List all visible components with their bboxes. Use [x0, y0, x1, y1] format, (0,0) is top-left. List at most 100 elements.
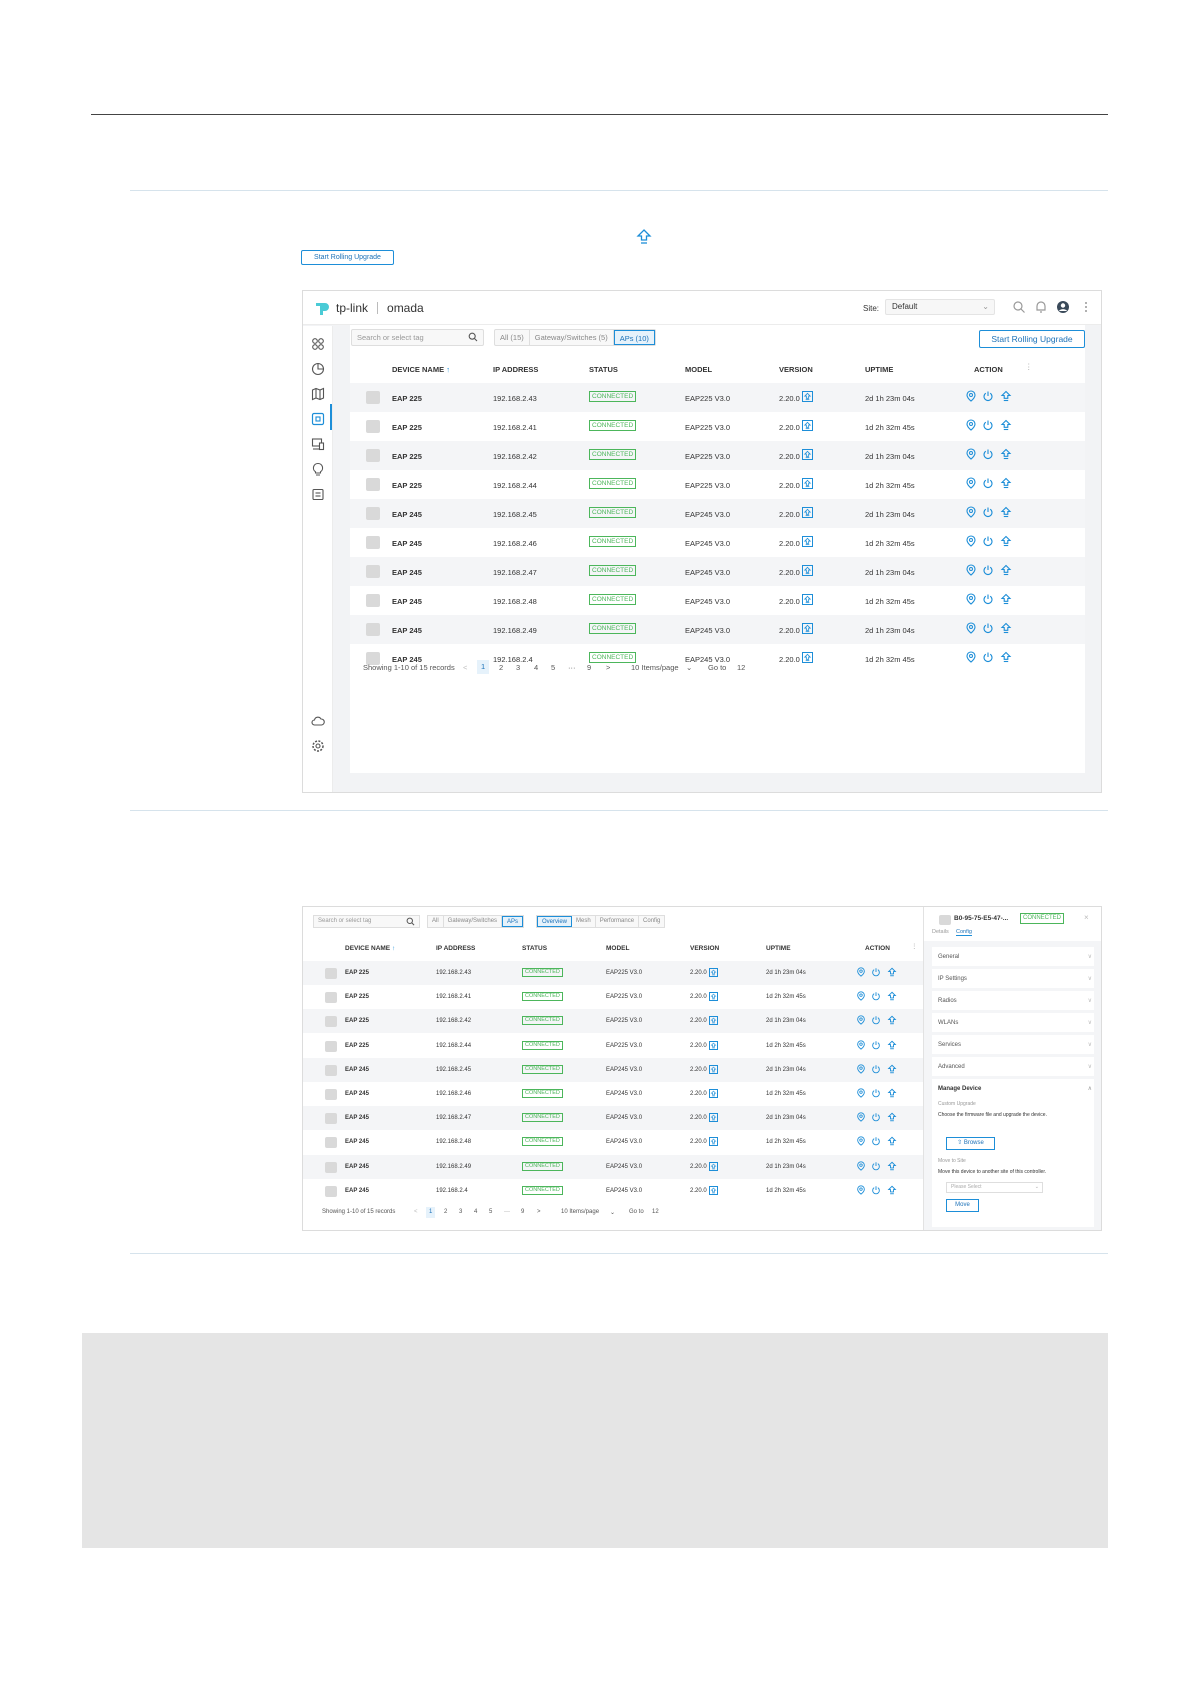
start-rolling-upgrade-button[interactable]: Start Rolling Upgrade: [979, 330, 1085, 348]
locate-icon[interactable]: [965, 448, 977, 460]
upgrade-icon[interactable]: [1000, 448, 1012, 460]
firmware-upgrade-icon[interactable]: [709, 1113, 718, 1123]
table-row[interactable]: EAP 245 192.168.2.49 CONNECTED EAP245 V3…: [350, 615, 1085, 644]
tab-all[interactable]: All (15): [495, 330, 530, 345]
settings-icon[interactable]: [311, 739, 325, 753]
close-icon[interactable]: ×: [1084, 913, 1089, 922]
locate-icon[interactable]: [856, 1088, 866, 1098]
page-prev[interactable]: <: [414, 1209, 418, 1215]
upgrade-icon[interactable]: [1000, 564, 1012, 576]
device-name[interactable]: EAP 225: [392, 394, 422, 403]
table-row[interactable]: EAP 225 192.168.2.43 CONNECTED EAP225 V3…: [350, 383, 1085, 412]
upgrade-icon[interactable]: [1000, 419, 1012, 431]
cloud-icon[interactable]: [311, 714, 325, 728]
firmware-upgrade-icon[interactable]: [709, 992, 718, 1002]
locate-icon[interactable]: [965, 535, 977, 547]
upgrade-icon[interactable]: [1000, 506, 1012, 518]
device-name[interactable]: EAP 225: [392, 423, 422, 432]
upgrade-icon[interactable]: [887, 1136, 897, 1146]
locate-icon[interactable]: [965, 593, 977, 605]
tab-gateway-switches[interactable]: Gateway/Switches (5): [530, 330, 614, 345]
device-name[interactable]: EAP 245: [392, 510, 422, 519]
firmware-upgrade-icon[interactable]: [802, 478, 813, 489]
table-row[interactable]: EAP 225 192.168.2.42 CONNECTED EAP225 V3…: [303, 1009, 923, 1034]
upgrade-icon[interactable]: [887, 1040, 897, 1050]
firmware-upgrade-icon[interactable]: [802, 507, 813, 518]
firmware-upgrade-icon[interactable]: [709, 1089, 718, 1098]
upgrade-icon[interactable]: [887, 1015, 897, 1025]
reboot-icon[interactable]: [871, 1112, 881, 1122]
bell-icon[interactable]: [1034, 300, 1048, 314]
locate-icon[interactable]: [856, 1039, 866, 1050]
device-name[interactable]: EAP 225: [345, 994, 369, 1000]
firmware-upgrade-icon[interactable]: [802, 420, 813, 431]
firmware-upgrade-icon[interactable]: [709, 968, 718, 977]
firmware-upgrade-icon[interactable]: [802, 391, 813, 402]
goto-input[interactable]: 12: [652, 1209, 659, 1215]
page-next[interactable]: >: [537, 1209, 541, 1215]
firmware-upgrade-icon[interactable]: [709, 1040, 718, 1050]
search-input[interactable]: Search or select tag: [313, 915, 420, 928]
locate-icon[interactable]: [965, 390, 977, 402]
table-row[interactable]: EAP 225 192.168.2.43 CONNECTED EAP225 V3…: [303, 961, 923, 985]
table-row[interactable]: EAP 245 192.168.2.46 CONNECTED EAP245 V3…: [303, 1082, 923, 1106]
firmware-upgrade-icon[interactable]: [709, 1064, 718, 1074]
device-name[interactable]: EAP 245: [345, 1139, 369, 1145]
reboot-icon[interactable]: [982, 535, 994, 547]
upgrade-icon[interactable]: [1000, 390, 1012, 402]
tab-overview[interactable]: Overview: [537, 916, 573, 927]
col-device-name[interactable]: DEVICE NAME ↑: [345, 945, 395, 952]
map-icon[interactable]: [311, 387, 325, 401]
table-row[interactable]: EAP 225 192.168.2.41 CONNECTED EAP225 V3…: [303, 985, 923, 1009]
locate-icon[interactable]: [856, 991, 866, 1001]
device-name[interactable]: EAP 225: [345, 1018, 369, 1024]
device-name[interactable]: EAP 225: [345, 1043, 369, 1049]
firmware-upgrade-icon[interactable]: [709, 1161, 718, 1171]
table-row[interactable]: EAP 245 192.168.2.47 CONNECTED EAP245 V3…: [350, 557, 1085, 586]
firmware-upgrade-icon[interactable]: [709, 1137, 718, 1147]
page-5[interactable]: 5: [489, 1209, 492, 1215]
upgrade-icon[interactable]: [1000, 477, 1012, 489]
tab-gateway-switches[interactable]: Gateway/Switches: [444, 916, 503, 927]
page-3[interactable]: 3: [516, 663, 520, 672]
section-services[interactable]: Services ∨: [932, 1035, 1094, 1054]
firmware-upgrade-icon[interactable]: [802, 594, 813, 605]
upgrade-icon[interactable]: [887, 967, 897, 977]
device-name[interactable]: EAP 245: [345, 1091, 369, 1097]
reboot-icon[interactable]: [871, 967, 881, 977]
page-1[interactable]: 1: [477, 660, 490, 674]
device-name[interactable]: EAP 245: [345, 1067, 369, 1073]
browse-button[interactable]: ⇧ Browse: [946, 1137, 995, 1150]
reboot-icon[interactable]: [982, 477, 994, 489]
device-name[interactable]: EAP 245: [392, 539, 422, 548]
site-select[interactable]: Default ⌄: [885, 299, 995, 315]
page-9[interactable]: 9: [521, 1209, 524, 1215]
more-vertical-icon[interactable]: [1079, 300, 1093, 314]
upgrade-icon[interactable]: [887, 1161, 897, 1171]
locate-icon[interactable]: [965, 477, 977, 489]
reboot-icon[interactable]: [982, 651, 994, 663]
reboot-icon[interactable]: [982, 506, 994, 518]
locate-icon[interactable]: [856, 1015, 866, 1026]
reboot-icon[interactable]: [982, 622, 994, 634]
reboot-icon[interactable]: [871, 991, 881, 1001]
locate-icon[interactable]: [965, 622, 977, 634]
device-name[interactable]: EAP 225: [345, 970, 369, 976]
page-4[interactable]: 4: [534, 663, 538, 672]
search-input[interactable]: Search or select tag: [351, 329, 484, 346]
search-icon[interactable]: [1012, 300, 1026, 314]
section-radios[interactable]: Radios ∨: [932, 991, 1094, 1010]
page-1[interactable]: 1: [426, 1207, 436, 1218]
reboot-icon[interactable]: [871, 1136, 881, 1146]
clients-icon[interactable]: [311, 437, 325, 451]
goto-input[interactable]: 12: [737, 663, 745, 672]
chevron-up-icon[interactable]: ∧: [1088, 1085, 1092, 1092]
device-name[interactable]: EAP 245: [345, 1188, 369, 1194]
page-ellipsis[interactable]: ···: [504, 1209, 510, 1215]
dashboard-icon[interactable]: [311, 337, 325, 351]
page-4[interactable]: 4: [474, 1209, 477, 1215]
tab-aps[interactable]: APs (10): [613, 330, 655, 345]
table-row[interactable]: EAP 245 192.168.2.48 CONNECTED EAP245 V3…: [303, 1130, 923, 1154]
upgrade-icon[interactable]: [887, 1064, 897, 1074]
table-row[interactable]: EAP 245 192.168.2.47 CONNECTED EAP245 V3…: [303, 1106, 923, 1131]
